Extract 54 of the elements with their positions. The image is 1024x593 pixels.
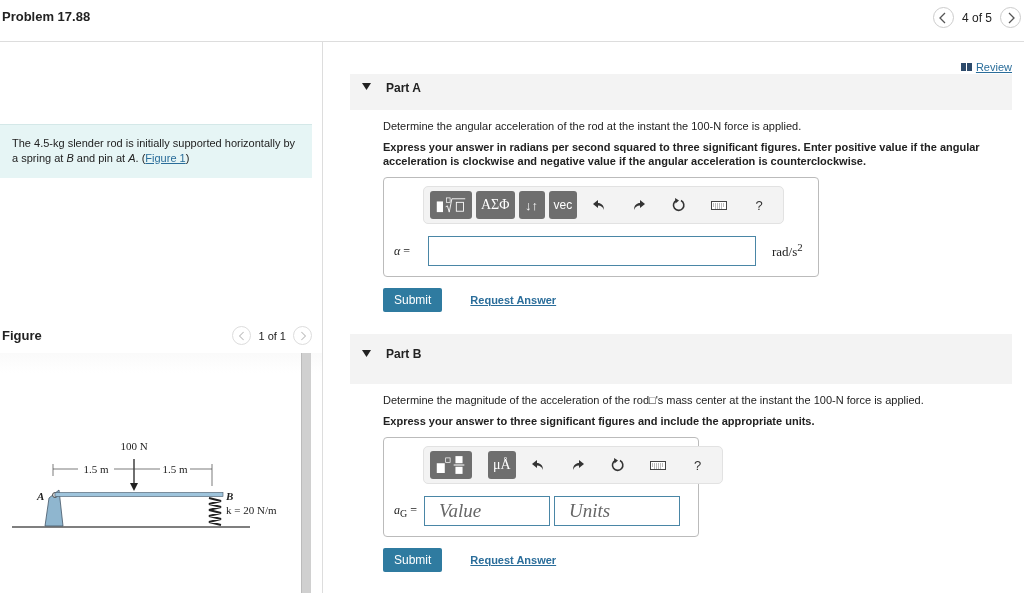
greek-button[interactable]: ΑΣΦ [476,191,515,219]
problem-title: Problem 17.88 [2,9,91,24]
reset-icon [672,198,687,212]
question-text: Determine the angular acceleration of the rod at the instant the 100-N force is applied. [383,120,803,132]
variable-label: a$_{G}$ = [394,502,418,520]
dimension-label: 1.5 m [162,463,188,475]
part-title: Part B [386,347,422,361]
spring-label: k = 20 N/m [226,504,277,516]
book-icon [960,63,972,71]
question-text: Determine the magnitude of the acceleration of the rod□'s mass center at the instant the 100-N force is applied. [383,394,925,406]
part-header[interactable]: Part B [350,334,1012,384]
page-counter: 4 of 5 [961,10,992,25]
previous-button[interactable] [932,7,954,28]
point-label: A [37,490,45,502]
variable-label: α = [394,243,412,259]
instruction-text: Express your answer in radians per second squared to three significant figures. Enter positive value if the angular acceleration is clockwise and negative value if the angular acceleration is counterclockwise. [383,140,981,168]
problem-statement: The 4.5-kg slender rod is initially supported horizontally by a spring at B and pin at A. (Figure 1) [0,124,312,178]
help-button[interactable]: ? [746,191,773,219]
vec-button[interactable]: vec [548,191,578,219]
undo-icon [531,459,544,471]
undo-icon [593,199,606,211]
part-header[interactable]: Part A [350,74,1012,110]
value-field[interactable]: Value [424,496,550,526]
templates-button[interactable] [430,191,472,219]
review-link[interactable]: Review [960,60,1012,74]
help-button[interactable]: ? [684,451,711,479]
submit-button[interactable]: Submit [383,548,443,572]
scrollbar[interactable] [301,353,311,593]
force-label: 100 N [120,440,148,452]
templates-button[interactable] [430,451,472,479]
reset-icon [610,458,625,472]
redo-icon [633,199,646,211]
redo-icon [571,459,584,471]
units-button[interactable]: μÅ [488,451,516,479]
units-label: rad/s$^{2}$ [772,241,803,261]
figure-link[interactable]: Figure 1 [145,152,186,164]
arrows-button[interactable]: ↓↑ [518,191,545,219]
request-answer-link[interactable]: Request Answer [470,554,557,566]
figure-counter: 1 of 1 [258,329,286,342]
chevron-right-icon [298,330,307,341]
dimension-label: 1.5 m [83,463,109,475]
part-title: Part A [386,81,421,95]
point-label: B [226,490,234,502]
figure-title: Figure [2,328,42,343]
instruction-text: Express your answer to three significant figures and include the appropriate units. [383,414,816,428]
force-arrow [130,458,138,491]
answer-field[interactable] [428,236,756,266]
next-button[interactable] [1000,7,1021,28]
chevron-left-icon [237,330,246,341]
units-field[interactable]: Units [554,496,680,526]
keyboard-icon [711,200,728,210]
keyboard-icon [649,460,666,470]
request-answer-link[interactable]: Request Answer [470,294,557,306]
submit-button[interactable]: Submit [383,288,443,312]
